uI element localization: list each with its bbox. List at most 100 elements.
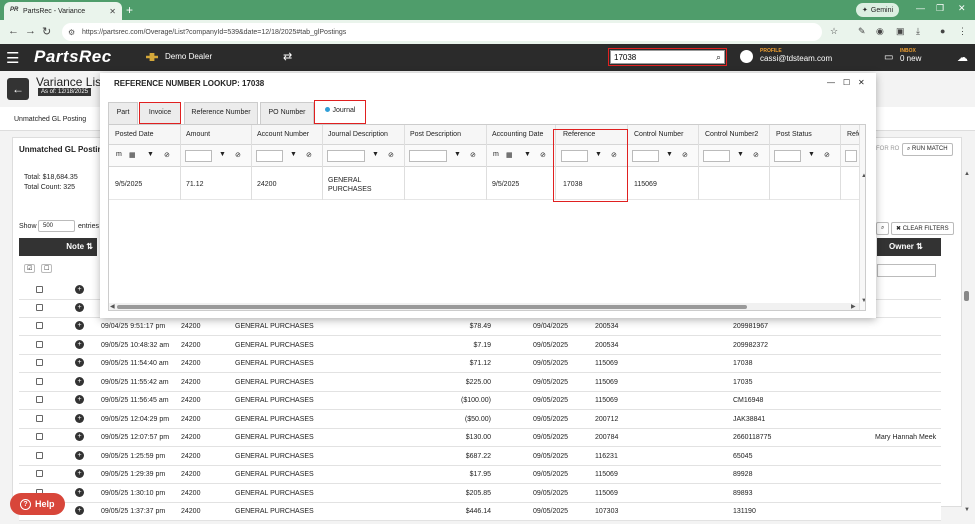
download-icon[interactable]: ⤓ xyxy=(916,26,920,37)
col-header-post-status[interactable]: Post Status xyxy=(776,131,812,138)
inbox-icon[interactable]: ▭ xyxy=(884,52,893,63)
run-match-button[interactable]: ⌕ RUN MATCH xyxy=(902,143,953,156)
switch-dealer-icon[interactable]: ⇄ xyxy=(283,50,292,63)
add-note-icon[interactable]: + xyxy=(75,395,84,404)
clear-filter-icon[interactable]: ⊘ xyxy=(753,151,759,159)
col-header-account-number[interactable]: Account Number xyxy=(257,131,309,138)
browser-tab[interactable]: PR PartsRec - Variance ✕ xyxy=(4,2,122,20)
add-note-icon[interactable]: + xyxy=(75,487,84,497)
menu-dots-icon[interactable]: ⋮ xyxy=(958,26,967,37)
add-note-icon[interactable]: + xyxy=(75,285,84,294)
search-icon[interactable]: ⌕ xyxy=(716,52,721,63)
pen-extension-icon[interactable]: ✎ xyxy=(858,26,866,37)
row-checkbox[interactable] xyxy=(36,433,43,440)
select-all-checkbox[interactable]: ☑ xyxy=(24,264,36,273)
scroll-up-icon[interactable]: ▲ xyxy=(861,173,865,179)
clear-filter-icon[interactable]: ⊘ xyxy=(540,151,546,159)
new-tab-icon[interactable]: + xyxy=(126,3,133,17)
clear-filter-icon[interactable]: ⊘ xyxy=(164,151,170,159)
col-header-control-number2[interactable]: Control Number2 xyxy=(705,131,758,138)
back-nav-icon[interactable]: ← xyxy=(8,25,19,37)
col-header-post-description[interactable]: Post Description xyxy=(410,131,461,138)
row-checkbox[interactable] xyxy=(36,414,43,422)
hamburger-menu-icon[interactable]: ☰ xyxy=(6,49,19,67)
filter-icon[interactable]: ▼ xyxy=(737,151,744,158)
scroll-right-icon[interactable]: ▶ xyxy=(851,303,856,310)
col-header-amount[interactable]: Amount xyxy=(186,131,210,138)
close-modal-icon[interactable]: ✕ xyxy=(858,78,865,87)
extensions-puzzle-icon[interactable]: ▣ xyxy=(896,26,905,37)
col-header-control-number[interactable]: Control Number xyxy=(634,131,683,138)
row-checkbox[interactable] xyxy=(36,286,43,293)
clear-filter-icon[interactable]: ⊘ xyxy=(388,151,394,159)
add-note-icon[interactable]: + xyxy=(75,450,84,460)
add-note-icon[interactable]: + xyxy=(75,339,84,349)
add-note-icon[interactable]: + xyxy=(75,358,84,367)
row-checkbox[interactable] xyxy=(36,304,43,311)
add-note-icon[interactable]: + xyxy=(75,321,84,330)
grid-data-row[interactable] xyxy=(109,167,859,200)
tab-invoice[interactable]: Invoice xyxy=(139,102,181,124)
owner-column-header[interactable]: Owner ⇅ xyxy=(877,238,941,256)
restore-window-icon[interactable]: ❐ xyxy=(936,3,944,14)
site-info-icon[interactable]: ⚙ xyxy=(68,28,78,37)
filter-icon[interactable]: ▼ xyxy=(372,151,379,158)
search-input[interactable] xyxy=(610,50,725,64)
filter-icon[interactable]: ▼ xyxy=(219,151,226,158)
extension-icon[interactable]: ◉ xyxy=(876,26,884,37)
close-tab-icon[interactable]: ✕ xyxy=(109,7,116,16)
row-checkbox[interactable] xyxy=(36,322,43,329)
scroll-up-icon[interactable]: ▲ xyxy=(964,171,970,177)
add-note-icon[interactable]: + xyxy=(75,376,84,386)
gemini-button[interactable]: ✦ Gemini xyxy=(856,3,900,17)
page-scrollbar[interactable]: ▲ ▼ xyxy=(963,171,971,516)
deselect-all-checkbox[interactable]: ☐ xyxy=(41,264,53,273)
col-header-posted-date[interactable]: Posted Date xyxy=(115,131,154,138)
filter-icon[interactable]: ▼ xyxy=(290,151,297,158)
star-icon[interactable]: ☆ xyxy=(830,26,838,37)
help-button[interactable]: ? Help xyxy=(10,493,65,515)
tab-po-number[interactable]: PO Number xyxy=(260,102,314,124)
owner-filter-input[interactable] xyxy=(877,264,936,277)
col-header-journal-description[interactable]: Journal Description xyxy=(328,131,388,138)
account-filter-input[interactable] xyxy=(256,150,283,162)
profile-email[interactable]: cassi@tdsteam.com xyxy=(760,54,832,63)
add-note-icon[interactable]: + xyxy=(75,469,84,478)
grid-horizontal-scrollbar[interactable]: ◀ ▶ xyxy=(109,303,859,310)
control-number2-filter-input[interactable] xyxy=(703,150,730,162)
clear-filter-icon[interactable]: ⊘ xyxy=(235,151,241,159)
clear-filter-icon[interactable]: ⊘ xyxy=(470,151,476,159)
filter-icon[interactable]: ▼ xyxy=(454,151,461,158)
tab-journal[interactable]: Journal xyxy=(314,100,366,124)
minimize-modal-icon[interactable]: — xyxy=(827,78,835,87)
clear-filter-icon[interactable]: ⊘ xyxy=(824,151,830,159)
filter-search-button[interactable]: ⌕ xyxy=(876,222,890,235)
url-field[interactable]: ⚙ https://partsrec.com/Overage/List?comp… xyxy=(62,23,822,41)
row-checkbox[interactable] xyxy=(36,470,43,477)
calendar-icon[interactable]: ▦ xyxy=(506,151,513,159)
date-filter-menu-icon[interactable]: m xyxy=(493,151,499,158)
reference-more-filter-input[interactable] xyxy=(845,150,857,162)
minimize-window-icon[interactable]: — xyxy=(916,3,925,13)
row-checkbox[interactable] xyxy=(36,377,43,385)
amount-filter-input[interactable] xyxy=(185,150,212,162)
profile-icon[interactable] xyxy=(740,50,753,63)
maximize-modal-icon[interactable]: ☐ xyxy=(843,78,850,87)
note-column-header[interactable]: Note ⇅ xyxy=(19,238,97,256)
cloud-upload-icon[interactable]: ☁ xyxy=(957,51,968,64)
col-header-accounting-date[interactable]: Accounting Date xyxy=(492,131,543,138)
scroll-down-icon[interactable]: ▼ xyxy=(964,507,970,513)
tab-part[interactable]: Part xyxy=(108,102,138,124)
filter-icon[interactable]: ▼ xyxy=(808,151,815,158)
filter-icon[interactable]: ▼ xyxy=(147,151,154,158)
profile-avatar-icon[interactable]: ● xyxy=(940,26,945,36)
calendar-icon[interactable]: ▦ xyxy=(129,151,136,159)
entries-select[interactable]: 500 xyxy=(38,220,75,232)
scroll-left-icon[interactable]: ◀ xyxy=(110,303,115,310)
scroll-thumb[interactable] xyxy=(964,291,969,301)
forward-nav-icon[interactable]: → xyxy=(25,25,36,37)
add-note-icon[interactable]: + xyxy=(75,432,84,441)
tab-reference-number[interactable]: Reference Number xyxy=(184,102,258,124)
dealer-name[interactable]: Demo Dealer xyxy=(165,52,212,61)
tab-unmatched-gl[interactable]: Unmatched GL Posting xyxy=(14,116,86,123)
